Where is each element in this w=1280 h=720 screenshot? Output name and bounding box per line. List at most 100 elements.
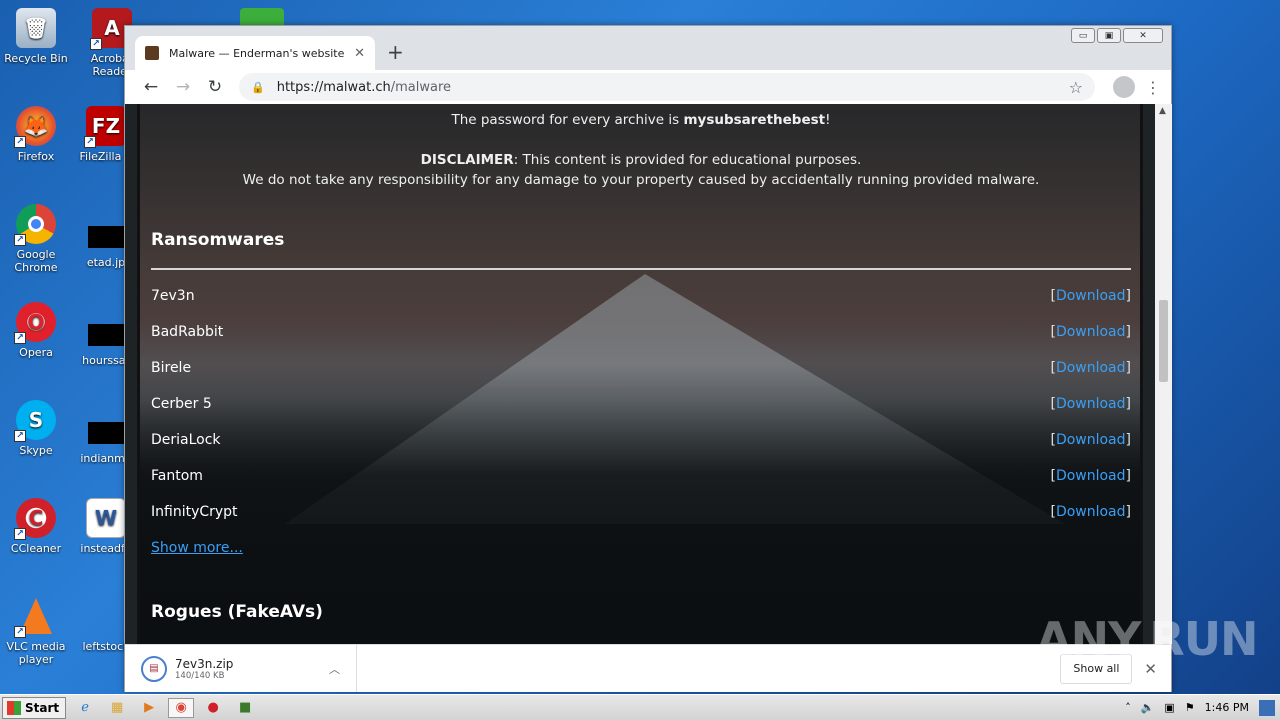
shortcut-arrow-icon: ↗ [14, 626, 26, 638]
shortcut-arrow-icon: ↗ [14, 332, 26, 344]
shortcut-arrow-icon: ↗ [84, 136, 96, 148]
desktop-icon-skype[interactable]: S ↗ Skype [4, 400, 68, 457]
start-label: Start [25, 700, 60, 715]
download-link-wrapper: [Download] [1050, 468, 1131, 484]
content-frame-left [137, 104, 140, 644]
section-divider [151, 268, 1131, 270]
download-item[interactable]: ▤ 7ev3n.zip 140/140 KB ︿ [125, 645, 357, 692]
desktop-icon-ccleaner[interactable]: C ↗ CCleaner [4, 498, 68, 555]
partial-desktop-icon[interactable] [240, 8, 284, 26]
disclaimer-line2: We do not take any responsibility for an… [242, 172, 1040, 188]
browser-toolbar: ← → ↻ 🔒 https://malwat.ch/malware ☆ ⋮ [125, 70, 1171, 104]
minimize-button[interactable]: ▭ [1071, 28, 1095, 43]
redacted-thumbnail [88, 422, 124, 444]
new-tab-button[interactable]: + [387, 40, 404, 64]
chrome-taskbar-icon[interactable]: ◉ [168, 697, 195, 718]
download-link-wrapper: [Download] [1050, 396, 1131, 412]
window-close-button[interactable]: ✕ [1123, 28, 1163, 43]
download-link[interactable]: Download [1056, 468, 1126, 484]
password-suffix: ! [825, 112, 831, 128]
desktop-icon-firefox[interactable]: 🦊 ↗ Firefox [4, 106, 68, 163]
shortcut-arrow-icon: ↗ [90, 38, 102, 50]
minecraft-taskbar-icon[interactable]: ■ [232, 698, 258, 718]
download-link[interactable]: Download [1056, 504, 1126, 520]
chrome-icon: ↗ [14, 204, 56, 246]
clock[interactable]: 1:46 PM [1205, 701, 1249, 714]
redacted-thumbnail [88, 226, 124, 248]
recycle-bin-icon: 🗑 [16, 8, 56, 48]
filezilla-icon: FZ ↗ [84, 106, 126, 148]
media-player-taskbar-icon[interactable]: ▶ [136, 698, 162, 718]
list-item: Cerber 5 [Download] [151, 386, 1131, 422]
malware-name: DeriaLock [151, 432, 221, 448]
download-file-size: 140/140 KB [175, 670, 225, 681]
shortcut-arrow-icon: ↗ [14, 528, 26, 540]
network-icon[interactable]: ▣ [1164, 701, 1174, 714]
desktop-icon-label: Opera [19, 346, 53, 359]
desktop-icon-vlc[interactable]: ↗ VLC media player [4, 596, 68, 666]
browser-menu-icon[interactable]: ⋮ [1145, 78, 1161, 97]
ransomware-list: 7ev3n [Download] BadRabbit [Download] Bi… [151, 278, 1131, 566]
list-item: BadRabbit [Download] [151, 314, 1131, 350]
download-link[interactable]: Download [1056, 288, 1126, 304]
desktop-icon-label: Firefox [17, 150, 55, 163]
vlc-cone-icon: ↗ [14, 596, 56, 638]
system-tray: ˄ 🔈 ▣ ⚑ 1:46 PM [1120, 695, 1280, 720]
show-desktop-icon[interactable] [1259, 699, 1275, 716]
download-link-wrapper: [Download] [1050, 432, 1131, 448]
lock-icon[interactable]: 🔒 [251, 81, 265, 94]
firefox-icon: 🦊 ↗ [14, 106, 56, 148]
anyrun-watermark-logo: ANY.RUN [1036, 612, 1259, 666]
winrar-archive-icon: ▤ [141, 655, 167, 682]
scroll-up-arrow-icon[interactable]: ▲ [1159, 106, 1166, 116]
download-link-wrapper: [Download] [1050, 324, 1131, 340]
browser-tab-malware[interactable]: Malware — Enderman's website ✕ [135, 36, 375, 70]
download-info: 7ev3n.zip 140/140 KB [175, 657, 233, 681]
address-bar[interactable]: 🔒 https://malwat.ch/malware ☆ [239, 73, 1095, 101]
favicon-icon [145, 46, 159, 60]
malware-name: BadRabbit [151, 324, 224, 340]
desktop-icon-label: Google Chrome [14, 248, 58, 274]
desktop-icon-chrome[interactable]: ↗ Google Chrome [4, 204, 68, 274]
internet-explorer-taskbar-icon[interactable]: ℯ [72, 698, 98, 718]
tray-expand-icon[interactable]: ˄ [1125, 701, 1131, 714]
download-link[interactable]: Download [1056, 324, 1126, 340]
bookmark-star-icon[interactable]: ☆ [1069, 78, 1083, 97]
shortcut-arrow-icon: ↗ [14, 136, 26, 148]
opera-taskbar-icon[interactable]: ● [200, 698, 226, 718]
start-button[interactable]: Start [2, 696, 67, 719]
profile-avatar[interactable] [1113, 76, 1135, 98]
reload-button[interactable]: ↻ [199, 77, 231, 97]
download-link[interactable]: Download [1056, 360, 1126, 376]
maximize-button[interactable]: ▣ [1097, 28, 1121, 43]
download-link[interactable]: Download [1056, 396, 1126, 412]
disclaimer-label: DISCLAIMER [420, 152, 514, 168]
section-title-ransomwares: Ransomwares [151, 230, 285, 250]
chevron-up-icon[interactable]: ︿ [329, 661, 340, 677]
list-item: Fantom [Download] [151, 458, 1131, 494]
malware-name: Birele [151, 360, 192, 376]
volume-icon[interactable]: 🔈 [1141, 701, 1155, 714]
vertical-scrollbar[interactable]: ▲ [1155, 104, 1172, 644]
action-center-flag-icon[interactable]: ⚑ [1185, 701, 1195, 714]
list-item: 7ev3n [Download] [151, 278, 1131, 314]
download-file-name: 7ev3n.zip [175, 656, 234, 671]
file-explorer-taskbar-icon[interactable]: ▦ [104, 698, 130, 718]
url-host: https://malwat.ch [276, 79, 391, 95]
show-more-link[interactable]: Show more... [151, 540, 243, 556]
forward-button[interactable]: → [167, 77, 199, 97]
tab-close-icon[interactable]: ✕ [354, 46, 365, 61]
desktop-icon-opera[interactable]: O ↗ Opera [4, 302, 68, 359]
download-link[interactable]: Download [1056, 432, 1126, 448]
desktop-icon-label: Recycle Bin [4, 52, 68, 65]
browser-window: Malware — Enderman's website ✕ + ▭ ▣ ✕ ←… [124, 25, 1172, 692]
word-document-icon: W [86, 498, 126, 538]
list-item: DeriaLock [Download] [151, 422, 1131, 458]
list-item: InfinityCrypt [Download] [151, 494, 1131, 530]
page-viewport: The password for every archive is mysubs… [125, 104, 1155, 644]
scrollbar-thumb[interactable] [1159, 300, 1168, 382]
desktop-icon-recycle-bin[interactable]: 🗑 Recycle Bin [4, 8, 68, 65]
malware-name: InfinityCrypt [151, 504, 238, 520]
back-button[interactable]: ← [135, 77, 167, 97]
disclaimer: DISCLAIMER: This content is provided for… [151, 150, 1131, 190]
